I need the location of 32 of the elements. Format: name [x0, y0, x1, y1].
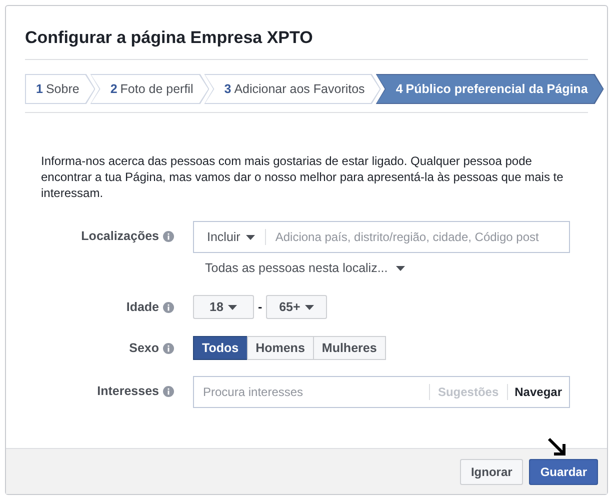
include-dropdown[interactable]: Incluir: [194, 230, 266, 244]
interests-field[interactable]: Procura interesses Sugestões Navegar: [193, 376, 570, 408]
scope-dropdown[interactable]: Todas as pessoas nesta localiz...: [205, 261, 405, 275]
field-label: Interesses: [97, 384, 159, 398]
caret-icon: [246, 234, 256, 240]
gender-option[interactable]: Todos: [193, 336, 248, 360]
step-tab[interactable]: 4 Público preferencial da Página: [376, 74, 604, 104]
range-separator: -: [258, 300, 262, 314]
field-label: Idade: [126, 300, 159, 314]
info-icon: [163, 230, 174, 242]
field-label: Sexo: [129, 341, 159, 355]
caret-icon: [305, 304, 314, 310]
caret-icon: [396, 266, 405, 270]
save-button[interactable]: Guardar: [529, 458, 598, 484]
location-field[interactable]: Incluir Adiciona país, distrito/região, cidade, Código post: [193, 221, 570, 253]
field-label: Localizações: [81, 229, 159, 243]
age-max-dropdown[interactable]: 65+: [266, 295, 328, 319]
step-tab[interactable]: 3 Adicionar aos Favoritos: [204, 74, 381, 104]
skip-button[interactable]: Ignorar: [460, 458, 524, 484]
browse-link[interactable]: Navegar: [508, 385, 569, 399]
intro-text: Informa-nos acerca das pessoas com mais gostarias de estar ligado. Qualquer pessoa pode encontrar a tua Página, mas vamos dar o nosso melhor para apresentá-la às pessoas que mais te interessam.: [41, 153, 564, 201]
gender-option[interactable]: Mulheres: [312, 336, 386, 360]
age-min-dropdown[interactable]: 18: [193, 295, 254, 319]
info-icon: [163, 342, 174, 354]
step-tab[interactable]: 2 Foto de perfil: [90, 74, 210, 104]
dialog-title: Configurar a página Empresa XPTO: [25, 6, 588, 60]
step-tab[interactable]: 1 Sobre: [25, 74, 96, 104]
caret-icon: [228, 304, 238, 310]
gender-option[interactable]: Homens: [246, 336, 314, 360]
info-icon: [163, 386, 174, 396]
arrow-icon: [547, 437, 567, 457]
info-icon: [163, 302, 174, 312]
